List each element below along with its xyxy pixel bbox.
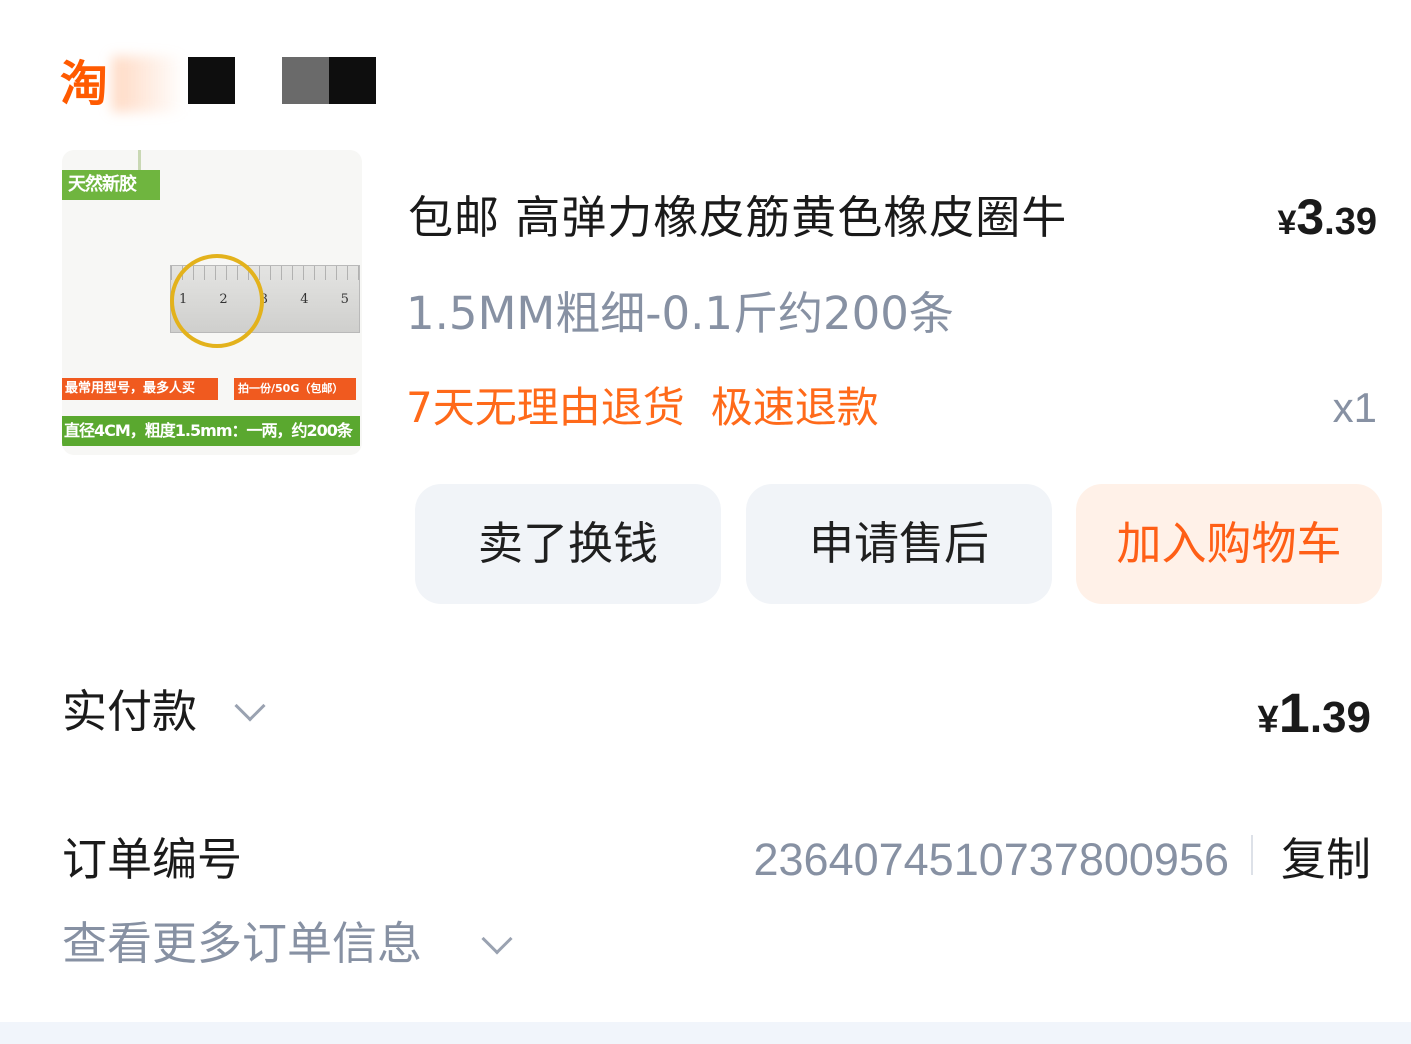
copy-button[interactable]: 复制 (1281, 828, 1371, 892)
store-name-blurred (112, 56, 184, 112)
divider (1251, 835, 1253, 875)
product-quantity: x1 (1332, 384, 1377, 431)
redacted-block (329, 57, 376, 104)
thumbnail-banner-bottom: 直径4CM，粗度1.5mm：一两，约200条 (62, 416, 360, 446)
bottom-section-edge (0, 1022, 1411, 1044)
redacted-block (282, 57, 329, 104)
amount-currency: ¥ (1257, 699, 1279, 741)
product-price: ¥3.39 (1277, 188, 1377, 246)
chevron-down-icon[interactable] (481, 923, 513, 955)
more-order-info-link[interactable]: 查看更多订单信息 (62, 912, 422, 976)
rubber-band-ring (170, 254, 264, 348)
order-number: 2364074510737800956 (753, 834, 1229, 885)
product-sku: 1.5MM粗细-0.1斤约200条 (406, 287, 954, 340)
amount-decimal: .39 (1309, 693, 1371, 742)
price-currency: ¥ (1277, 204, 1297, 242)
payment-label[interactable]: 实付款 (62, 680, 197, 744)
service-tag-return: 7天无理由退货 (406, 383, 685, 432)
amount-integer: 1 (1278, 681, 1310, 744)
price-decimal: .39 (1324, 201, 1377, 243)
thumbnail-tag: 天然新胶 (62, 170, 160, 200)
add-to-cart-button[interactable]: 加入购物车 (1076, 484, 1382, 604)
product-title[interactable]: 包邮 高弹力橡皮筋黄色橡皮圈牛 (408, 186, 1198, 250)
taobao-logo: 淘 (60, 56, 109, 112)
chevron-down-icon[interactable] (234, 690, 266, 722)
thumbnail-banner-left: 最常用型号，最多人买 (62, 378, 218, 400)
thumbnail-decoration (138, 150, 141, 170)
sell-button[interactable]: 卖了换钱 (415, 484, 721, 604)
price-integer: 3 (1296, 189, 1325, 245)
product-thumbnail[interactable]: 天然新胶 1 2 3 4 5 6 7 8 最常用型号，最多人买 拍一份/50G（… (62, 150, 362, 455)
aftersale-button[interactable]: 申请售后 (746, 484, 1052, 604)
thumbnail-banner-right: 拍一份/50G（包邮） (234, 378, 356, 400)
service-tag-refund: 极速退款 (710, 383, 879, 432)
order-number-label: 订单编号 (62, 833, 243, 886)
redacted-block (188, 57, 235, 104)
service-tags: 7天无理由退货 极速退款 (406, 378, 905, 438)
payment-amount: ¥1.39 (1258, 680, 1371, 745)
